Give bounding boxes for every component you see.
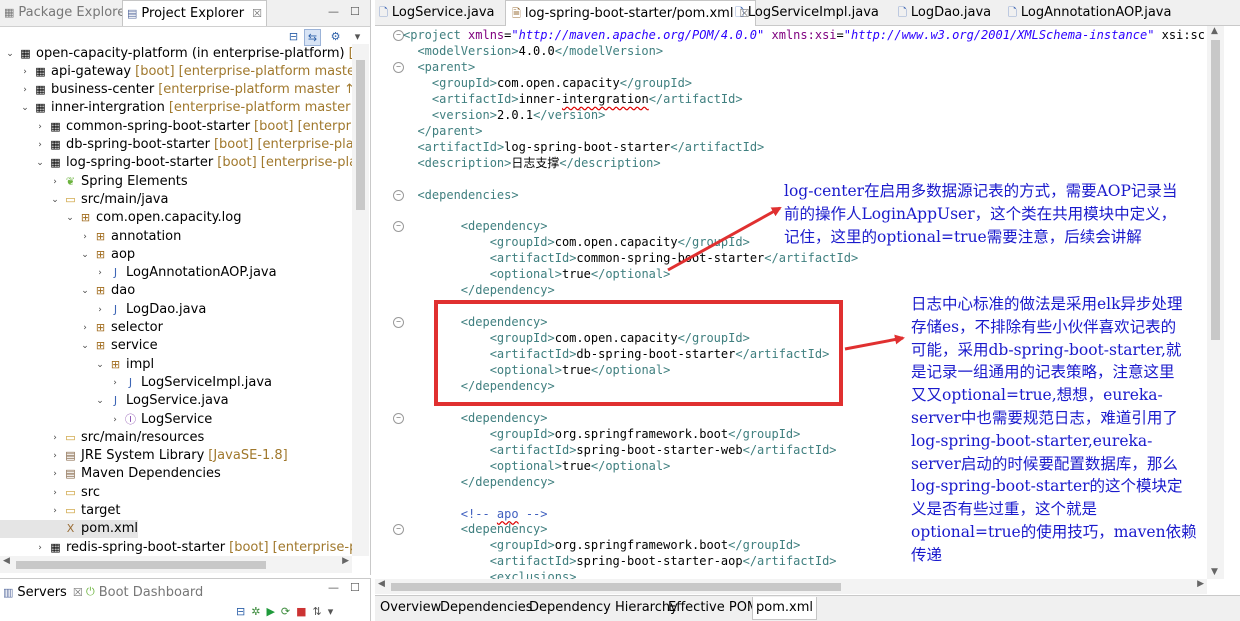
arrow-to-note1 bbox=[667, 206, 782, 272]
arrow-to-note2 bbox=[844, 334, 905, 351]
annotation-note-1: log-center在启用多数据源记表的方式，需要AOP记录当 前的操作人Log… bbox=[784, 182, 1178, 246]
annotation-note-2: 日志中心标准的做法是采用elk异步处理 存储es，不排除有些小伙伴喜欢记表的 可… bbox=[911, 295, 1197, 564]
